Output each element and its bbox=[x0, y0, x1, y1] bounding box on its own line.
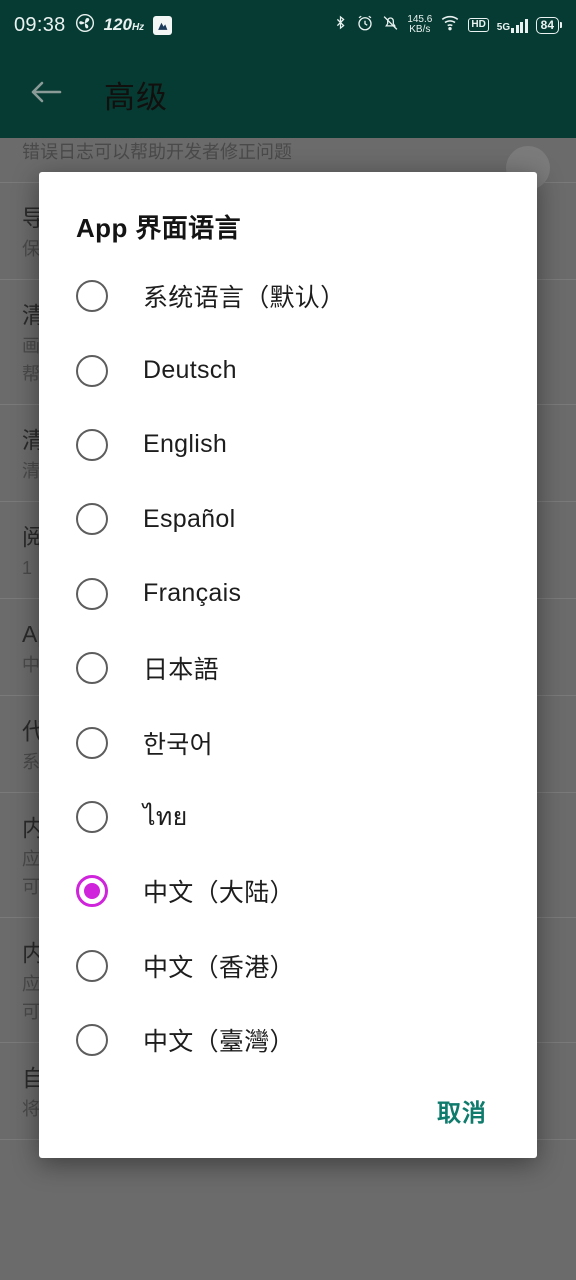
fan-icon bbox=[75, 13, 95, 38]
language-option-list: 系统语言（默认） Deutsch English Español Françai… bbox=[39, 253, 537, 1077]
language-option-label: 中文（大陆） bbox=[143, 879, 295, 908]
status-clock: 09:38 bbox=[14, 13, 66, 36]
language-option-japanese[interactable]: 日本語 bbox=[39, 631, 537, 705]
language-option-label: 日本語 bbox=[143, 656, 219, 685]
arrow-left-icon bbox=[28, 77, 64, 112]
radio-icon[interactable] bbox=[76, 428, 108, 461]
alarm-icon bbox=[356, 14, 374, 37]
language-option-deutsch[interactable]: Deutsch bbox=[39, 333, 537, 407]
phone-screen: 09:38 120 Hz 145.6 KB/s HD 5G 84 高级 错误日志… bbox=[0, 0, 576, 1280]
language-option-label: 系统语言（默认） bbox=[143, 284, 346, 313]
battery-icon: 84 bbox=[535, 16, 562, 34]
radio-icon[interactable] bbox=[76, 949, 108, 982]
app-bar: 高级 bbox=[0, 50, 576, 138]
back-button[interactable] bbox=[14, 62, 78, 126]
language-option-label: Français bbox=[143, 579, 242, 608]
radio-icon[interactable] bbox=[76, 503, 108, 536]
status-bar-left: 09:38 120 Hz bbox=[14, 13, 173, 38]
radio-icon[interactable] bbox=[76, 1024, 108, 1057]
page-title: 高级 bbox=[104, 79, 168, 115]
language-option-thai[interactable]: ไทย bbox=[39, 780, 537, 854]
mute-bell-icon bbox=[382, 14, 399, 37]
radio-icon[interactable] bbox=[76, 280, 108, 313]
radio-icon[interactable] bbox=[76, 726, 108, 759]
radio-icon[interactable] bbox=[76, 800, 108, 833]
dialog-actions: 取消 bbox=[39, 1085, 537, 1158]
bluetooth-icon bbox=[333, 13, 348, 37]
language-option-label: Deutsch bbox=[143, 356, 237, 385]
language-option-chinese-taiwan[interactable]: 中文（臺灣） bbox=[39, 1003, 537, 1077]
cancel-button[interactable]: 取消 bbox=[433, 1085, 491, 1136]
language-option-chinese-hongkong[interactable]: 中文（香港） bbox=[39, 929, 537, 1003]
language-option-english[interactable]: English bbox=[39, 408, 537, 482]
language-option-label: English bbox=[143, 430, 228, 459]
language-option-espanol[interactable]: Español bbox=[39, 482, 537, 556]
language-option-korean[interactable]: 한국어 bbox=[39, 705, 537, 779]
battery-nub bbox=[560, 22, 562, 28]
radio-icon[interactable] bbox=[76, 652, 108, 685]
language-option-chinese-mainland[interactable]: 中文（大陆） bbox=[39, 854, 537, 928]
dialog-title: App 界面语言 bbox=[76, 213, 241, 243]
signal-bars-icon bbox=[511, 18, 528, 33]
network-speed-unit: KB/s bbox=[409, 24, 431, 35]
cellular-signal-group: 5G bbox=[497, 18, 528, 33]
battery-percent: 84 bbox=[535, 16, 559, 34]
radio-icon[interactable] bbox=[76, 354, 108, 387]
wifi-icon bbox=[440, 14, 460, 36]
radio-icon[interactable] bbox=[76, 577, 108, 610]
refresh-rate-value: 120 bbox=[103, 15, 132, 34]
language-option-label: Español bbox=[143, 504, 236, 533]
list-item-subtitle: 错误日志可以帮助开发者修正问题 bbox=[22, 142, 292, 162]
status-bar-right: 145.6 KB/s HD 5G 84 bbox=[333, 13, 562, 37]
language-option-francais[interactable]: Français bbox=[39, 557, 537, 631]
app-badge-icon bbox=[153, 15, 173, 35]
refresh-rate-indicator: 120 Hz bbox=[104, 15, 145, 35]
language-dialog: App 界面语言 系统语言（默认） Deutsch English Españo… bbox=[39, 172, 537, 1158]
language-option-label: 中文（香港） bbox=[143, 953, 295, 982]
network-type-label: 5G bbox=[496, 21, 511, 33]
language-option-label: ไทย bbox=[143, 802, 188, 831]
status-bar: 09:38 120 Hz 145.6 KB/s HD 5G 84 bbox=[0, 0, 576, 50]
refresh-rate-unit: Hz bbox=[131, 22, 145, 33]
radio-icon-selected[interactable] bbox=[76, 875, 108, 908]
language-option-label: 中文（臺灣） bbox=[143, 1028, 295, 1057]
network-speed-indicator: 145.6 KB/s bbox=[407, 15, 432, 35]
hd-icon: HD bbox=[468, 18, 489, 32]
language-option-system[interactable]: 系统语言（默认） bbox=[39, 259, 537, 333]
language-option-label: 한국어 bbox=[143, 730, 213, 759]
